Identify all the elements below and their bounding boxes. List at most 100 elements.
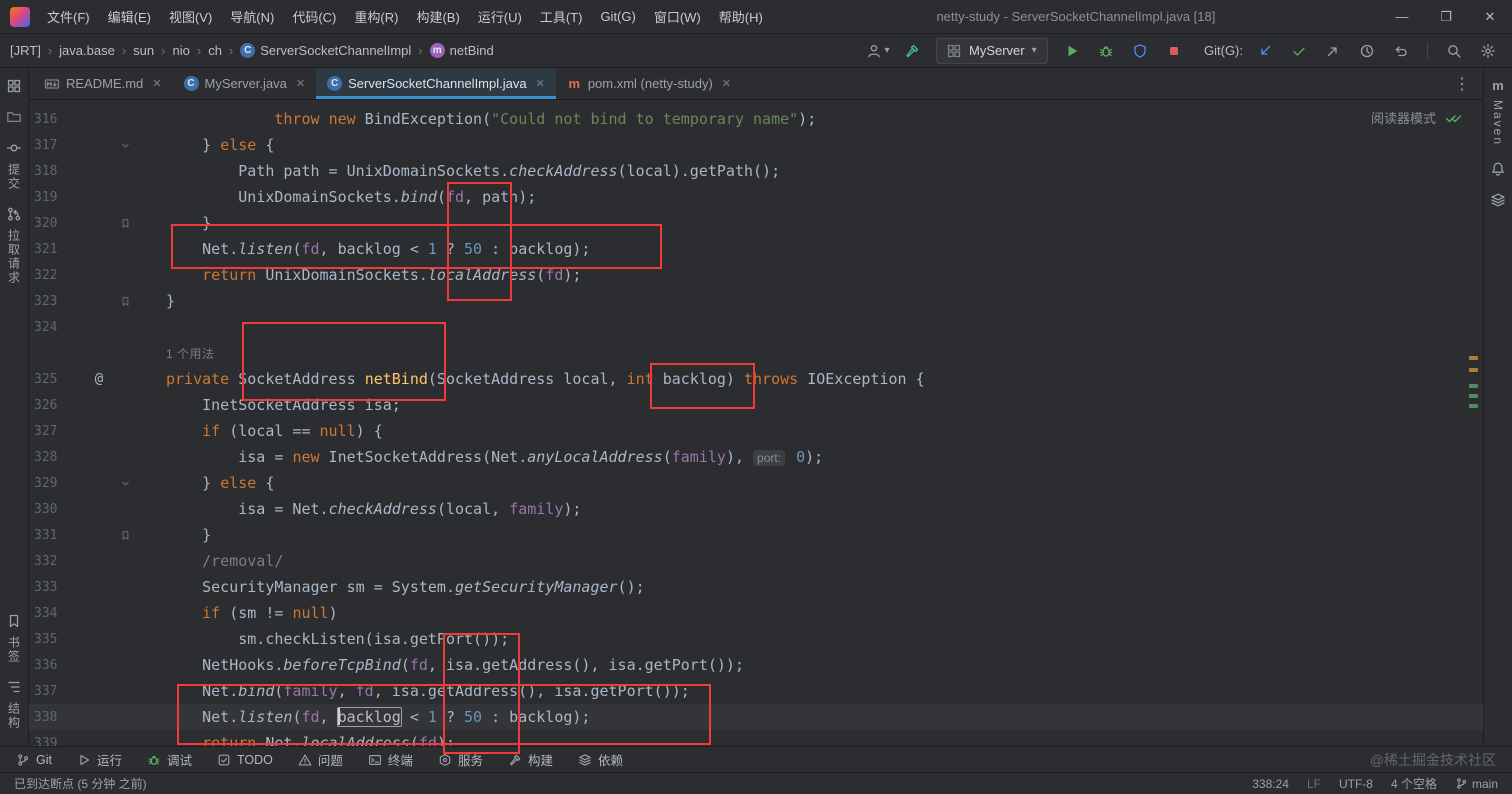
code-line[interactable]: 317 } else {	[29, 132, 1483, 158]
menu-item[interactable]: 视图(V)	[160, 2, 221, 31]
tool-window-button[interactable]: 问题	[298, 750, 343, 769]
breadcrumb-item[interactable]: ch	[208, 43, 222, 58]
code-line[interactable]: 332 /removal/	[29, 548, 1483, 574]
coverage-button[interactable]	[1126, 38, 1154, 64]
line-number[interactable]: 316	[29, 112, 86, 127]
line-number[interactable]: 334	[29, 606, 86, 621]
line-number[interactable]: 332	[29, 554, 86, 569]
code-text[interactable]: Net.bind(family, fd, isa.getAddress(), i…	[138, 678, 690, 704]
code-editor[interactable]: 316 throw new BindException("Could not b…	[29, 100, 1483, 746]
tool-window-button[interactable]: Git	[16, 753, 52, 767]
close-button[interactable]: ✕	[1468, 0, 1512, 34]
line-number[interactable]: 320	[29, 216, 86, 231]
code-line[interactable]: 329 } else {	[29, 470, 1483, 496]
git-branch-widget[interactable]: main	[1455, 777, 1498, 791]
menu-item[interactable]: 窗口(W)	[645, 2, 710, 31]
line-number[interactable]: 321	[29, 242, 86, 257]
tool-window-button[interactable]	[6, 109, 22, 125]
code-line[interactable]: 328 isa = new InetSocketAddress(Net.anyL…	[29, 444, 1483, 470]
code-text[interactable]: if (sm != null)	[138, 600, 337, 626]
code-text[interactable]: if (local == null) {	[138, 418, 383, 444]
code-line[interactable]: 333 SecurityManager sm = System.getSecur…	[29, 574, 1483, 600]
breadcrumb-item[interactable]: nio	[172, 43, 189, 58]
line-number[interactable]: 319	[29, 190, 86, 205]
stop-button[interactable]	[1160, 38, 1188, 64]
line-number[interactable]: 325	[29, 372, 86, 387]
line-number[interactable]: 331	[29, 528, 86, 543]
line-number[interactable]: 326	[29, 398, 86, 413]
run-button[interactable]	[1058, 38, 1086, 64]
tool-window-button[interactable]: 书签	[6, 613, 23, 664]
rollback-button[interactable]	[1387, 38, 1415, 64]
code-text[interactable]: Net.listen(fd, backlog < 1 ? 50 : backlo…	[138, 236, 590, 262]
code-line[interactable]: 327 if (local == null) {	[29, 418, 1483, 444]
commit-button[interactable]	[1285, 38, 1313, 64]
tool-window-button[interactable]: 结构	[6, 679, 23, 730]
code-line[interactable]: 322 return UnixDomainSockets.localAddres…	[29, 262, 1483, 288]
code-line[interactable]: 321 Net.listen(fd, backlog < 1 ? 50 : ba…	[29, 236, 1483, 262]
tool-window-button[interactable]: 构建	[508, 750, 553, 769]
search-everywhere-button[interactable]	[1440, 38, 1468, 64]
code-line[interactable]: 324	[29, 314, 1483, 340]
line-number[interactable]: 328	[29, 450, 86, 465]
encoding-widget[interactable]: UTF-8	[1339, 777, 1373, 791]
code-text[interactable]: SecurityManager sm = System.getSecurityM…	[138, 574, 645, 600]
line-number[interactable]: 333	[29, 580, 86, 595]
line-number[interactable]: 324	[29, 320, 86, 335]
code-line[interactable]: 338 Net.listen(fd, backlog < 1 ? 50 : ba…	[29, 704, 1483, 730]
tool-window-button[interactable]: m Maven	[1491, 78, 1506, 146]
tool-window-button[interactable]: 拉取请求	[6, 206, 23, 285]
code-text[interactable]: } else {	[138, 470, 274, 496]
code-text[interactable]: }	[138, 522, 211, 548]
code-text[interactable]: }	[138, 288, 175, 314]
fold-gutter[interactable]	[112, 296, 138, 307]
line-separator-widget[interactable]: LF	[1307, 777, 1321, 791]
code-line[interactable]: 335 sm.checkListen(isa.getPort());	[29, 626, 1483, 652]
code-text[interactable]: private SocketAddress netBind(SocketAddr…	[138, 366, 925, 392]
fold-gutter[interactable]	[112, 478, 138, 489]
code-line[interactable]: 316 throw new BindException("Could not b…	[29, 106, 1483, 132]
build-project-button[interactable]	[898, 38, 926, 64]
tool-window-button[interactable]: 终端	[368, 750, 413, 769]
tab-close-icon[interactable]: ✕	[296, 77, 305, 90]
code-line[interactable]: 334 if (sm != null)	[29, 600, 1483, 626]
code-line[interactable]: 1 个用法	[29, 340, 1483, 366]
code-text[interactable]: UnixDomainSockets.bind(fd, path);	[138, 184, 536, 210]
code-text[interactable]: /removal/	[138, 548, 283, 574]
tool-window-button[interactable]: 服务	[438, 750, 483, 769]
tool-window-button[interactable]: 依赖	[578, 750, 623, 769]
profile-button[interactable]: ▾	[864, 38, 892, 64]
code-line[interactable]: 323}	[29, 288, 1483, 314]
line-number[interactable]: 338	[29, 710, 86, 725]
breadcrumb-item[interactable]: java.base	[59, 43, 115, 58]
tab-close-icon[interactable]: ✕	[536, 77, 545, 90]
app-logo-icon[interactable]	[10, 6, 30, 27]
editor-tab[interactable]: m pom.xml (netty-study) ✕	[556, 68, 742, 99]
code-text[interactable]: }	[138, 210, 211, 236]
indent-widget[interactable]: 4 个空格	[1391, 775, 1437, 792]
code-text[interactable]: 1 个用法	[138, 340, 215, 366]
code-line[interactable]: 325 @ private SocketAddress netBind(Socket…	[29, 366, 1483, 392]
menu-item[interactable]: 帮助(H)	[710, 2, 772, 31]
tool-window-button[interactable]: TODO	[217, 753, 273, 767]
line-number[interactable]: 330	[29, 502, 86, 517]
settings-button[interactable]	[1474, 38, 1502, 64]
more-icon[interactable]: ⋮	[1441, 68, 1483, 99]
line-number[interactable]: 329	[29, 476, 86, 491]
menu-item[interactable]: 文件(F)	[38, 2, 99, 31]
line-number[interactable]: 318	[29, 164, 86, 179]
code-line[interactable]: 319 UnixDomainSockets.bind(fd, path);	[29, 184, 1483, 210]
push-button[interactable]	[1319, 38, 1347, 64]
menu-item[interactable]: 导航(N)	[221, 2, 283, 31]
fold-gutter[interactable]	[112, 140, 138, 151]
code-text[interactable]: InetSocketAddress isa;	[138, 392, 401, 418]
usage-inlay-hint[interactable]: 1 个用法	[166, 347, 215, 361]
code-line[interactable]: 339 return Net.localAddress(fd);	[29, 730, 1483, 746]
tool-window-button[interactable]: 提交	[6, 140, 23, 191]
code-line[interactable]: 318 Path path = UnixDomainSockets.checkA…	[29, 158, 1483, 184]
menu-item[interactable]: 重构(R)	[345, 2, 407, 31]
menu-item[interactable]: 代码(C)	[283, 2, 345, 31]
editor-tab[interactable]: C ServerSocketChannelImpl.java ✕	[316, 68, 556, 99]
line-number[interactable]: 339	[29, 736, 86, 747]
menu-item[interactable]: 运行(U)	[469, 2, 531, 31]
